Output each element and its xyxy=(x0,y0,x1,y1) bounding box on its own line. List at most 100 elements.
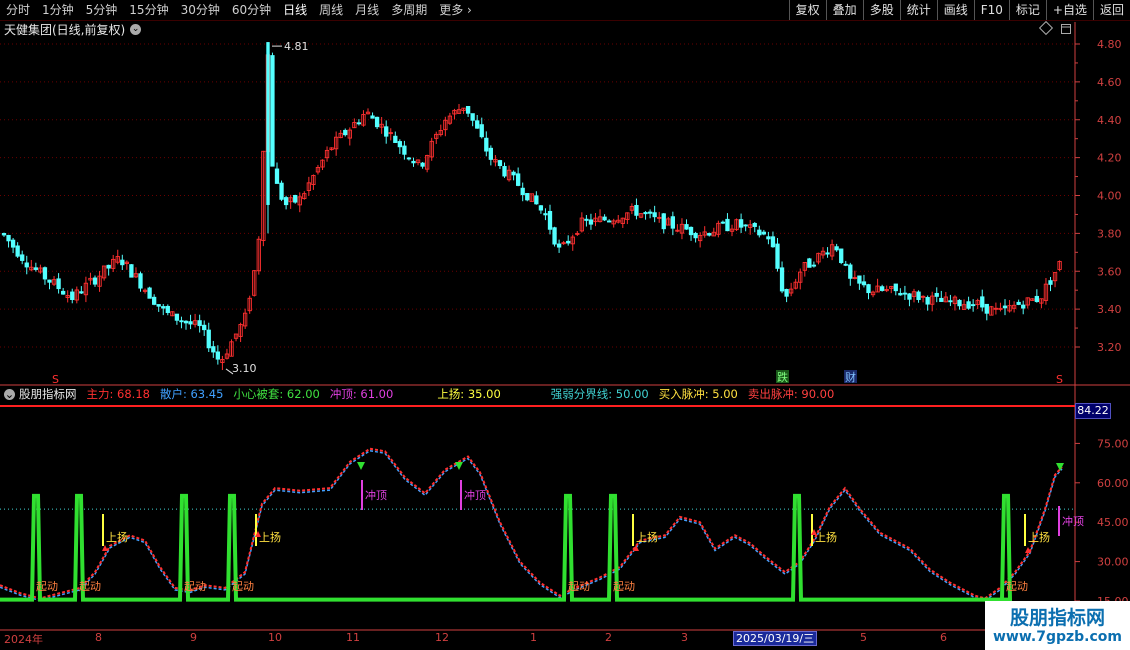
price-axis-label-3: 4.20 xyxy=(1097,152,1122,165)
date-label-5: 12 xyxy=(435,631,449,644)
qidong-label-2: 起动 xyxy=(184,580,206,593)
candlestick xyxy=(925,297,930,305)
date-label-9: 5 xyxy=(860,631,867,644)
candlestick xyxy=(652,212,657,218)
candlestick xyxy=(151,296,157,305)
watermark-title: 股朋指标网 xyxy=(1009,607,1105,629)
candlestick xyxy=(634,204,639,216)
indicator-axis-label-2: 60.00 xyxy=(1097,477,1129,490)
candlestick xyxy=(811,264,817,267)
date-label-7: 2 xyxy=(605,631,612,644)
candlestick xyxy=(1021,304,1026,309)
candlestick xyxy=(547,210,553,230)
shangyang-label-0: 上扬 xyxy=(106,530,128,544)
candlestick xyxy=(538,205,544,211)
qidong-label-4: 起动 xyxy=(568,580,590,593)
candlestick xyxy=(33,267,39,270)
candlestick xyxy=(966,301,971,309)
date-label-0: 2024年 xyxy=(4,633,43,646)
qidong-label-6: 起动 xyxy=(1006,580,1028,593)
indicator-menu-icon[interactable]: ⌄ xyxy=(4,388,15,400)
candlestick xyxy=(502,166,507,177)
candlestick xyxy=(179,320,184,323)
candlestick xyxy=(588,219,594,225)
candlestick xyxy=(1016,301,1021,305)
candlestick xyxy=(293,194,298,203)
chart-canvas[interactable]: 4.80 4.60 4.40 4.20 4.00 3.80 3.60 3.40 3.20 4.81… xyxy=(0,0,1130,650)
candlestick xyxy=(420,162,425,167)
date-label-3: 10 xyxy=(268,631,282,644)
candlestick xyxy=(129,264,134,278)
candlestick xyxy=(761,231,767,235)
indicator-item-3: 冲顶: 61.00 xyxy=(329,387,394,401)
chongding-label-0: 冲顶 xyxy=(365,488,387,502)
candlestick xyxy=(857,275,862,284)
spike-candle xyxy=(266,42,270,205)
candlestick xyxy=(470,113,475,121)
candlestick xyxy=(197,320,202,327)
candlestick xyxy=(552,227,557,245)
candlestick xyxy=(497,160,503,167)
candlestick xyxy=(406,157,412,160)
indicator-item-6: 买入脉冲: 5.00 xyxy=(658,387,738,401)
candlestick xyxy=(356,122,362,125)
qidong-label-5: 起动 xyxy=(613,580,635,593)
candlestick xyxy=(174,313,180,321)
candlestick xyxy=(839,248,844,264)
candlestick xyxy=(807,258,812,268)
candlestick xyxy=(725,218,730,232)
candlestick xyxy=(92,277,98,285)
candlestick xyxy=(971,304,976,307)
candlestick xyxy=(165,305,170,313)
price-axis-label-5: 3.80 xyxy=(1097,227,1122,240)
candlestick xyxy=(1048,280,1053,285)
indicator-item-0: 主力: 68.18 xyxy=(86,387,150,401)
candlestick xyxy=(516,173,521,186)
date-axis: 2024年 8 9 10 11 12 1 2 3 5 6 2025/03/19/三 xyxy=(0,631,1075,646)
candlestick xyxy=(475,120,480,129)
candlestick xyxy=(79,291,84,294)
candlestick xyxy=(707,233,712,236)
candlestick xyxy=(738,219,744,228)
candlestick xyxy=(566,240,571,244)
price-axis-label-1: 4.60 xyxy=(1097,76,1122,89)
candlestick xyxy=(370,115,375,119)
date-label-8: 3 xyxy=(681,631,688,644)
candlestick xyxy=(274,168,280,184)
candlestick xyxy=(939,297,944,302)
price-axis-label-4: 4.00 xyxy=(1097,190,1122,203)
candlestick xyxy=(1034,295,1040,303)
candlestick xyxy=(934,292,939,297)
candlestick xyxy=(20,254,25,261)
price-axis-label-7: 3.40 xyxy=(1097,303,1122,316)
qidong-label-3: 起动 xyxy=(232,580,254,593)
candlestick xyxy=(106,264,111,269)
candlestick xyxy=(720,221,726,224)
low-label: 3.10 xyxy=(232,362,257,375)
indicator-current-value: 84.22 xyxy=(1075,403,1111,419)
indicator-item-5: 强弱分界线: 50.00 xyxy=(550,387,649,401)
candlestick xyxy=(848,264,853,279)
candlestick xyxy=(607,220,612,223)
candlestick xyxy=(47,279,52,283)
indicator-axis-label-3: 45.00 xyxy=(1097,516,1129,529)
candlestick xyxy=(980,296,985,308)
candlestick xyxy=(916,291,921,300)
candlestick xyxy=(743,224,748,227)
candlestick xyxy=(138,273,143,289)
candlestick xyxy=(147,287,152,299)
candlestick xyxy=(984,303,989,314)
candlestick xyxy=(902,292,908,295)
retail-line xyxy=(0,449,1063,602)
candlestick xyxy=(643,212,648,215)
candlestick xyxy=(479,124,484,138)
indicator-item-7: 卖出脉冲: 90.00 xyxy=(747,387,835,401)
candlestick xyxy=(602,216,607,221)
candlestick xyxy=(770,236,776,248)
shangyang-label-1: 上扬 xyxy=(259,530,281,544)
candlestick xyxy=(556,243,562,248)
candlestick xyxy=(15,245,20,257)
date-label-1: 8 xyxy=(95,631,102,644)
candlestick xyxy=(397,141,402,148)
candlestick xyxy=(56,278,61,290)
